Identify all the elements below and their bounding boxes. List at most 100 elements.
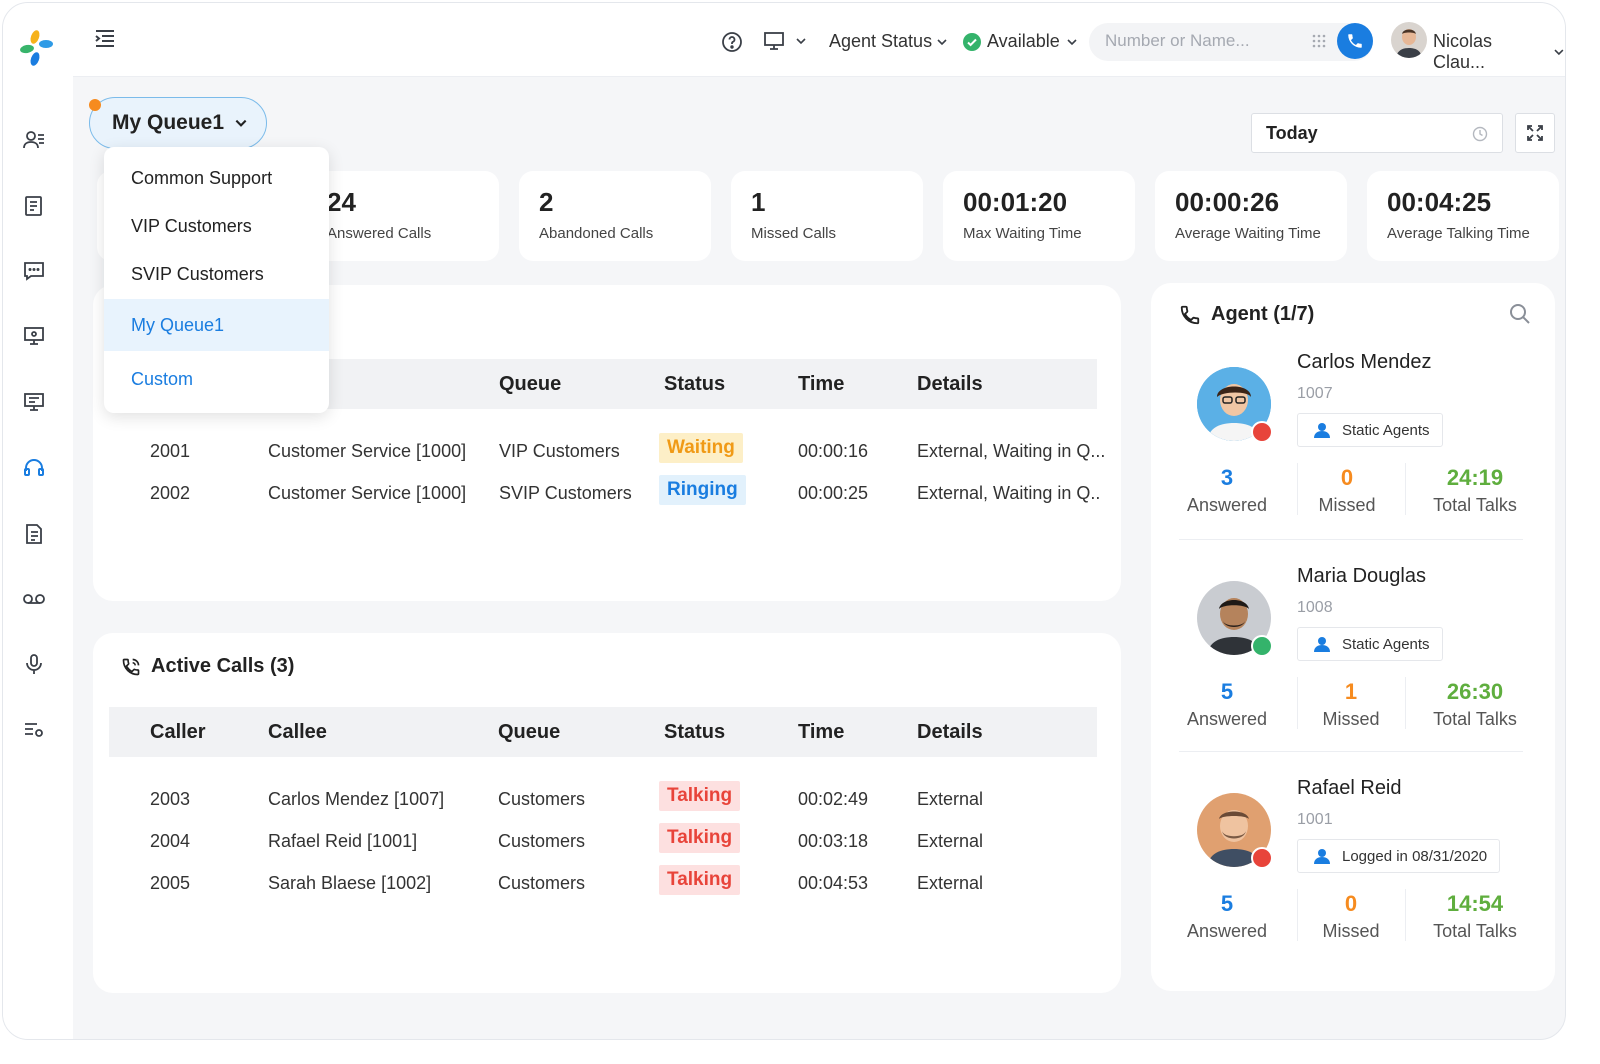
stat-max-waiting: 00:01:20 Max Waiting Time: [943, 171, 1135, 261]
answered-count: 5: [1220, 891, 1234, 916]
contacts-icon[interactable]: [21, 127, 47, 153]
agent-tag: Static Agents: [1297, 413, 1443, 447]
chat-icon[interactable]: [21, 258, 47, 284]
active-calls-label: Active Calls (3): [151, 655, 295, 677]
agent-status-menu[interactable]: Agent Status: [829, 31, 948, 52]
agent-panel-title: Agent (1/7): [1179, 303, 1314, 326]
cell-time: 00:02:49: [798, 789, 869, 809]
col-details: Details: [917, 721, 983, 743]
cell-details: External: [917, 789, 984, 809]
total-talk-label: Total Talks: [1433, 495, 1517, 515]
presence-busy-dot: [1251, 421, 1273, 443]
queue-option-my-queue1[interactable]: My Queue1: [104, 299, 329, 351]
queue-dropdown-menu: Common Support VIP Customers SVIP Custom…: [104, 147, 329, 413]
cell-time: 00:00:16: [798, 441, 869, 461]
user-menu[interactable]: Nicolas Clau...: [1433, 31, 1565, 73]
monitor-icon[interactable]: [21, 323, 47, 349]
queue-option-vip-customers[interactable]: VIP Customers: [104, 202, 329, 250]
missed-count: 0: [1344, 891, 1358, 916]
cell-callee: Sarah Blaese [1002]: [268, 873, 432, 893]
queue-option-svip-customers[interactable]: SVIP Customers: [104, 250, 329, 298]
agent-extension: 1008: [1297, 599, 1333, 616]
help-icon[interactable]: [721, 31, 743, 53]
user-avatar[interactable]: [1391, 22, 1427, 58]
answered-count: 5: [1220, 679, 1234, 704]
recording-icon[interactable]: [21, 651, 47, 677]
stat-value: 2: [539, 187, 554, 217]
presence-available-dot: [1251, 635, 1273, 657]
agent-status-label: Agent Status: [829, 31, 933, 51]
sidebar: [3, 3, 73, 1039]
cell-queue: SVIP Customers: [499, 483, 632, 503]
cell-details: External, Waiting in Q...: [917, 441, 1106, 461]
dashboard-icon[interactable]: [21, 389, 47, 415]
user-name: Nicolas Clau...: [1433, 31, 1493, 72]
missed-count: 0: [1340, 465, 1354, 490]
menu-toggle-icon[interactable]: [93, 27, 117, 51]
cell-details: External, Waiting in Q..: [917, 483, 1101, 503]
phone-call-icon: [122, 658, 140, 675]
table-header: Caller Callee Queue Status Time Details: [109, 707, 1097, 757]
total-talk-label: Total Talks: [1433, 709, 1517, 729]
cell-time: 00:03:18: [798, 831, 869, 851]
total-talk-time: 26:30: [1446, 679, 1504, 704]
active-calls-panel: Active Calls (3) Caller Callee Queue Sta…: [93, 633, 1121, 993]
col-queue: Queue: [498, 721, 561, 743]
divider: [1405, 463, 1406, 515]
cell-callee: Customer Service [1000]: [268, 441, 467, 461]
stat-label: Abandoned Calls: [539, 225, 654, 242]
expand-icon: [1527, 125, 1543, 141]
search-icon[interactable]: [1509, 303, 1531, 325]
app-frame: Agent Status Available Nicolas Clau... M…: [2, 2, 1566, 1040]
cell-queue: Customers: [498, 831, 586, 851]
stat-label: Answered Calls: [327, 225, 432, 242]
cell-details: External: [917, 831, 984, 851]
status-badge: Waiting: [659, 433, 743, 463]
notification-dot: [89, 99, 101, 111]
dialpad-icon[interactable]: [1311, 34, 1327, 50]
cell-callee: Rafael Reid [1001]: [268, 831, 418, 851]
cell-caller: 2004: [150, 831, 191, 851]
settings-icon[interactable]: [21, 717, 47, 743]
total-talk-time: 24:19: [1446, 465, 1504, 490]
presence-busy-dot: [1251, 847, 1273, 869]
stat-value: 1: [751, 187, 766, 217]
clock-icon: [1472, 126, 1488, 142]
missed-count: 1: [1344, 679, 1358, 704]
agent-tag: Logged in 08/31/2020: [1297, 839, 1501, 873]
divider: [1405, 677, 1406, 729]
queue-option-common-support[interactable]: Common Support: [104, 154, 329, 202]
voicemail-icon[interactable]: [21, 586, 47, 612]
cell-details: External: [917, 873, 984, 893]
dial-search-input[interactable]: [1105, 31, 1305, 51]
report-icon[interactable]: [21, 521, 47, 547]
chevron-down-icon[interactable]: [795, 35, 807, 47]
divider: [1297, 889, 1298, 941]
presence-menu[interactable]: Available: [963, 31, 1078, 52]
users-icon: [1314, 637, 1330, 652]
agent-name: Maria Douglas: [1297, 565, 1426, 587]
chevron-down-icon: [1554, 49, 1564, 56]
answered-label: Answered: [1186, 495, 1268, 515]
stat-missed-calls: 1 Missed Calls: [731, 171, 923, 261]
call-button[interactable]: [1337, 23, 1373, 59]
queue-option-custom[interactable]: Custom: [104, 355, 329, 403]
divider: [1405, 889, 1406, 941]
stat-abandoned-calls: 2 Abandoned Calls: [519, 171, 711, 261]
phone-icon: [1348, 34, 1362, 48]
agent-panel: Agent (1/7) Carlos Mendez 1007 Static Ag…: [1151, 283, 1555, 991]
phonebook-icon[interactable]: [21, 193, 47, 219]
stat-label: Average Talking Time: [1387, 225, 1530, 242]
queue-selector[interactable]: My Queue1: [89, 97, 267, 149]
status-badge: Ringing: [659, 475, 746, 505]
date-filter[interactable]: Today: [1251, 113, 1503, 153]
stat-label: Max Waiting Time: [963, 225, 1082, 242]
fullscreen-button[interactable]: [1515, 113, 1555, 153]
device-icon[interactable]: [763, 30, 785, 52]
agent-panel-label: Agent (1/7): [1211, 303, 1315, 325]
headset-icon[interactable]: [21, 455, 47, 481]
col-caller: Caller: [150, 721, 206, 743]
agent-extension: 1007: [1297, 385, 1333, 402]
chevron-down-icon: [937, 38, 947, 45]
col-details: Details: [917, 373, 983, 395]
